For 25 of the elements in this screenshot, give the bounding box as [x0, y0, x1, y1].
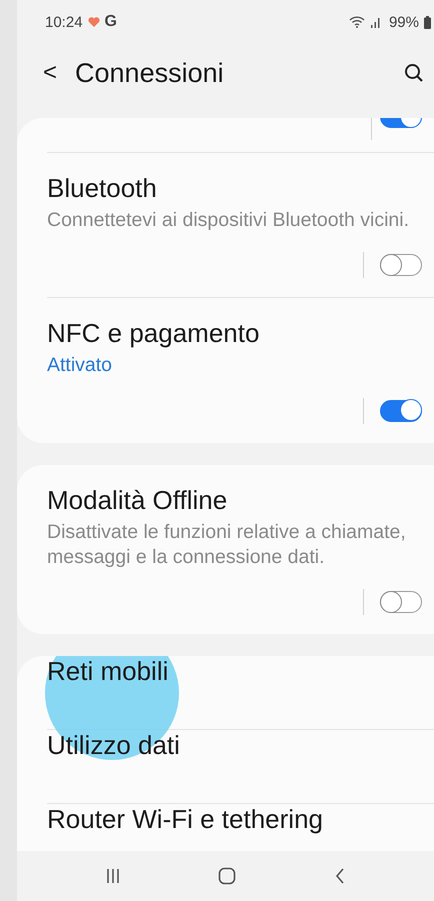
setting-title[interactable]: Reti mobili [47, 656, 168, 688]
setting-title[interactable]: Bluetooth [47, 173, 157, 204]
page-title: Connessioni [75, 58, 224, 88]
battery-icon [424, 16, 431, 28]
signal-icon [370, 16, 382, 28]
setting-title[interactable]: Router Wi-Fi e tethering [47, 804, 323, 836]
setting-subtitle: Connettetevi ai dispositivi Bluetooth vicini. [47, 208, 410, 233]
back-button[interactable]: < [43, 59, 58, 87]
toggle-switch[interactable] [380, 254, 422, 276]
status-time: 10:24 [45, 14, 83, 30]
wifi-icon [348, 16, 365, 28]
back-icon[interactable] [334, 868, 345, 884]
setting-title[interactable]: Modalità Offline [47, 484, 228, 516]
setting-title[interactable]: Utilizzo dati [47, 730, 180, 762]
status-letter: G [104, 13, 117, 31]
setting-title[interactable]: NFC e pagamento [47, 318, 260, 350]
recent-apps-icon[interactable] [106, 868, 120, 884]
setting-subtitle: Attivato [47, 353, 114, 378]
home-icon[interactable] [218, 867, 236, 885]
search-icon[interactable] [404, 63, 424, 83]
toggle-switch[interactable] [380, 591, 422, 614]
battery-percent: 99% [388, 14, 419, 30]
setting-subtitle: Disattivate le funzioni relative a chiamate, messaggi e la connessione dati. [47, 520, 407, 570]
toggle-switch[interactable] [380, 400, 422, 422]
heart-icon [88, 17, 100, 27]
